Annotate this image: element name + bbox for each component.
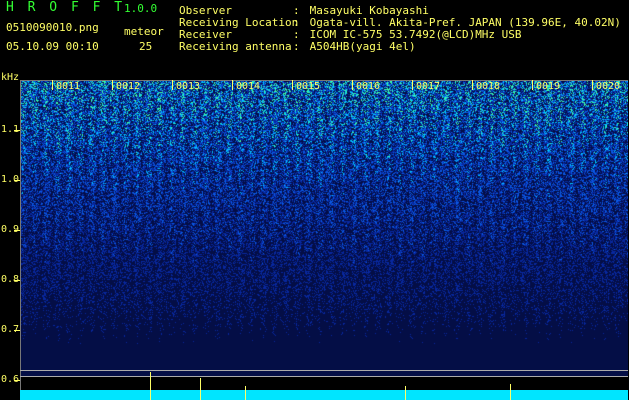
reference-line <box>20 370 628 371</box>
filename: 0510090010.png <box>6 21 99 34</box>
antenna-text: A504HB(yagi 4el) <box>309 40 416 53</box>
minute-marker <box>52 80 53 90</box>
app-title: H R O F F T <box>6 0 126 15</box>
meteor-spike <box>405 386 406 400</box>
axis-unit: kHz <box>1 72 20 83</box>
minute-marker <box>412 80 413 90</box>
antenna-key: Receiving antenna <box>179 40 292 53</box>
y-tick <box>14 230 20 231</box>
antenna-value: : A504HB(yagi 4el) <box>293 40 416 53</box>
signal-level-bar <box>20 390 628 400</box>
minute-marker <box>592 80 593 90</box>
minute-marker <box>232 80 233 90</box>
x-label-0013: 0013 <box>176 81 201 92</box>
meteor-spike <box>150 372 151 400</box>
y-tick <box>14 330 20 331</box>
x-label-0016: 0016 <box>356 81 381 92</box>
minute-marker <box>352 80 353 90</box>
y-tick <box>14 180 20 181</box>
x-label-0017: 0017 <box>416 81 441 92</box>
x-label-0015: 0015 <box>296 81 321 92</box>
y-tick <box>14 130 20 131</box>
reference-line <box>20 376 628 377</box>
datetime: 05.10.09 00:10 <box>6 40 99 53</box>
frame-left <box>20 80 21 400</box>
x-label-0011: 0011 <box>56 81 81 92</box>
x-label-0019: 0019 <box>536 81 561 92</box>
minute-marker <box>472 80 473 90</box>
minute-marker <box>292 80 293 90</box>
x-label-0018: 0018 <box>476 81 501 92</box>
meteor-label: meteor <box>124 25 164 38</box>
y-tick <box>14 380 20 381</box>
meteor-count: 25 <box>139 40 153 53</box>
meteor-spike <box>200 378 201 400</box>
x-label-0020: 0020 <box>596 81 621 92</box>
spectrogram <box>20 80 628 376</box>
x-label-0014: 0014 <box>236 81 261 92</box>
meteor-spike <box>510 384 511 400</box>
y-tick <box>14 280 20 281</box>
x-label-0012: 0012 <box>116 81 141 92</box>
app-version: 1.0.0 <box>124 2 158 15</box>
minute-marker <box>532 80 533 90</box>
minute-marker <box>172 80 173 90</box>
meteor-spike <box>245 386 246 400</box>
minute-marker <box>112 80 113 90</box>
